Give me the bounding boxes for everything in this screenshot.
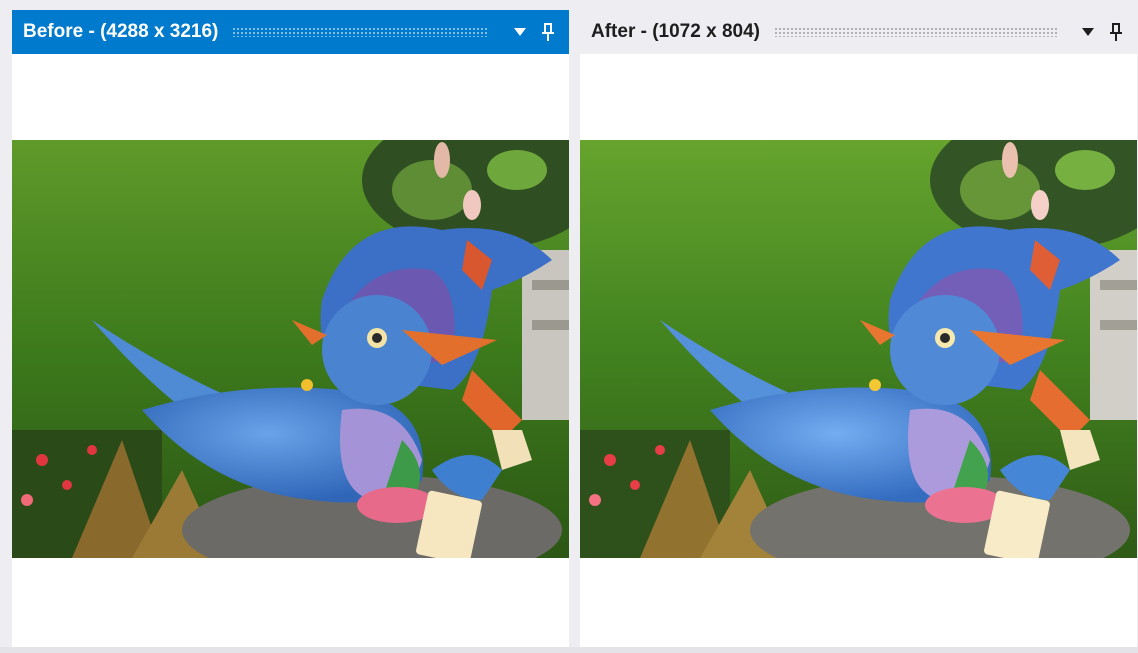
before-panel: Before - (4288 x 3216) bbox=[12, 10, 569, 647]
window-menu-button[interactable] bbox=[509, 21, 531, 43]
before-panel-title: Before - (4288 x 3216) bbox=[23, 21, 219, 42]
after-panel-title: After - (1072 x 804) bbox=[591, 21, 760, 42]
after-panel: After - (1072 x 804) bbox=[580, 10, 1137, 647]
after-panel-titlebar[interactable]: After - (1072 x 804) bbox=[580, 10, 1137, 54]
before-image bbox=[12, 140, 569, 558]
pin-icon bbox=[542, 23, 554, 41]
chevron-down-icon bbox=[1082, 28, 1094, 36]
drag-grip[interactable] bbox=[232, 27, 489, 37]
pin-icon bbox=[1110, 23, 1122, 41]
window-menu-button[interactable] bbox=[1077, 21, 1099, 43]
after-image bbox=[580, 140, 1137, 558]
chevron-down-icon bbox=[514, 28, 526, 36]
pin-button[interactable] bbox=[537, 21, 559, 43]
status-strip bbox=[0, 647, 1138, 653]
pin-button[interactable] bbox=[1105, 21, 1127, 43]
drag-grip[interactable] bbox=[773, 27, 1057, 37]
before-panel-titlebar[interactable]: Before - (4288 x 3216) bbox=[12, 10, 569, 54]
